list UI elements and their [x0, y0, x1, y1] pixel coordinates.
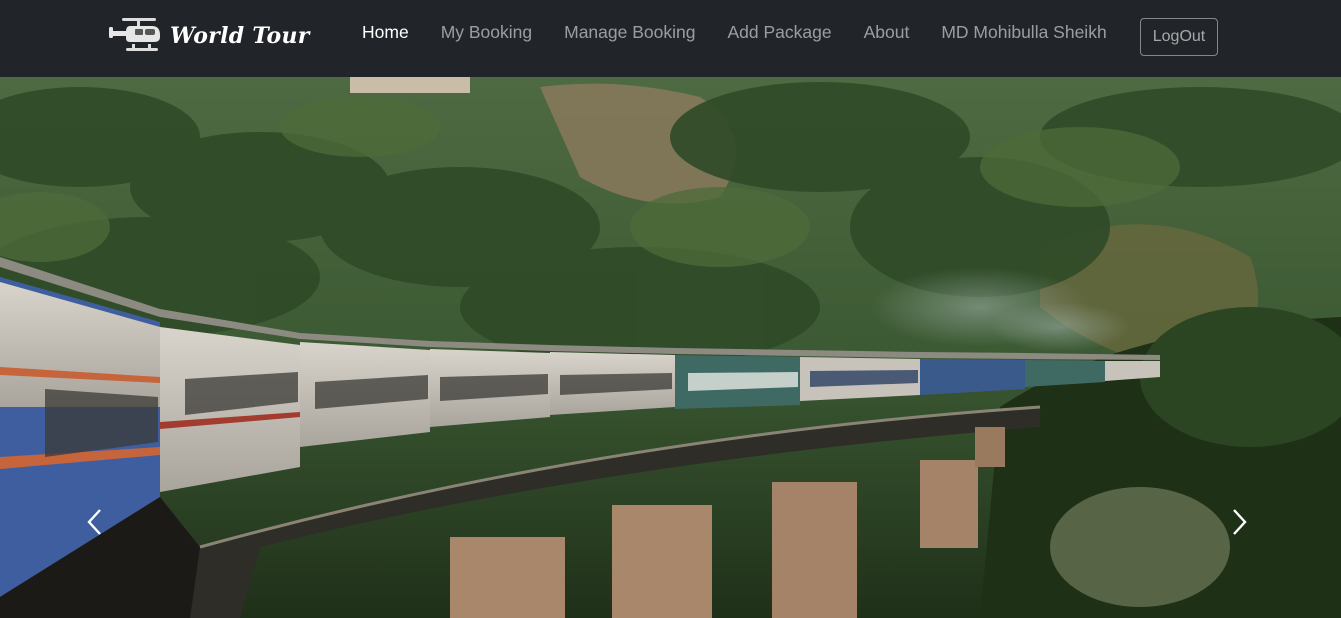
- helicopter-icon: [108, 16, 164, 57]
- nav-my-booking[interactable]: My Booking: [425, 22, 548, 43]
- nav-add-package[interactable]: Add Package: [711, 22, 847, 43]
- top-navbar: World Tour Home My Booking Manage Bookin…: [0, 0, 1341, 77]
- nav-home[interactable]: Home: [346, 22, 425, 43]
- brand-link[interactable]: World Tour: [108, 16, 310, 56]
- chevron-right-icon: [1232, 508, 1248, 541]
- logout-button[interactable]: LogOut: [1140, 18, 1218, 56]
- carousel-slide-image: [0, 77, 1341, 618]
- nav-user-name[interactable]: MD Mohibulla Sheikh: [925, 22, 1122, 43]
- nav-manage-booking[interactable]: Manage Booking: [548, 22, 711, 43]
- nav-links: Home My Booking Manage Booking Add Packa…: [346, 18, 1123, 46]
- carousel-prev-button[interactable]: [82, 507, 106, 541]
- chevron-left-icon: [86, 508, 102, 541]
- hero-carousel: [0, 77, 1341, 618]
- nav-about[interactable]: About: [848, 22, 926, 43]
- carousel-next-button[interactable]: [1228, 507, 1252, 541]
- brand-title: World Tour: [170, 23, 310, 49]
